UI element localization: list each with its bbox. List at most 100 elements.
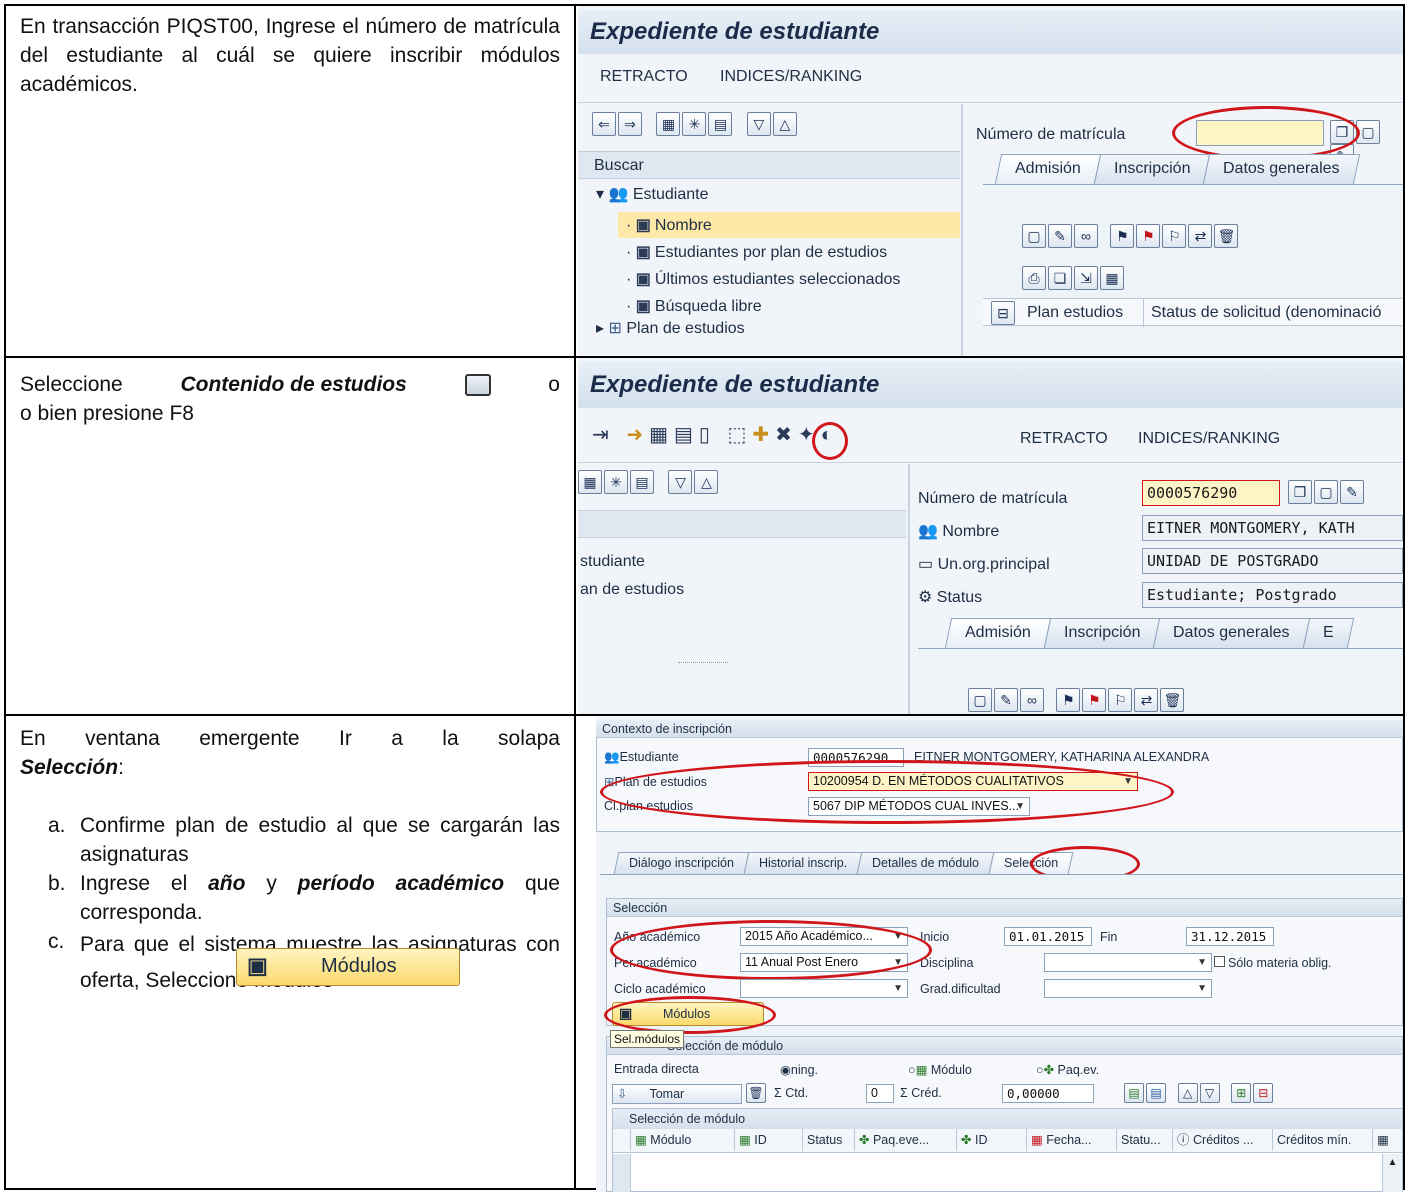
delete-row-icon[interactable]: ⊟ [1253,1083,1274,1103]
radio-paq[interactable]: ○✤ Paq.ev. [1036,1062,1099,1077]
tree-item-estudiante[interactable]: studiante [580,548,684,576]
window-icon[interactable]: ❐ [1288,480,1312,504]
tab-datos-generales[interactable]: Datos generales [1203,154,1361,184]
arrow-icon[interactable]: ➜ [626,424,649,446]
tree-item-nombre[interactable]: · ▣ Nombre [626,212,900,239]
ciclo-select[interactable]: ▼ [740,979,908,998]
layout-icon[interactable]: ▤ [708,112,733,136]
deselect-icon[interactable]: ▤ [1146,1083,1166,1103]
exit-icon[interactable]: ⇥ [592,424,615,446]
collapse-icon[interactable]: △ [772,112,797,136]
fin-field[interactable]: 31.12.2015 [1186,927,1274,946]
col-fecha[interactable]: ▦ Fecha... [1027,1129,1117,1151]
layout-icon[interactable]: ▤ [630,470,654,494]
disciplina-select[interactable]: ▼ [1044,953,1212,972]
grad-select[interactable]: ▼ [1044,979,1212,998]
collapse-arrow-icon[interactable]: ▾ [596,186,604,203]
radio-modulo[interactable]: ○▦ Módulo [908,1062,972,1077]
tree-item-plan[interactable]: · ▣ Estudiantes por plan de estudios [626,239,900,266]
tool-icon[interactable]: ✚ [752,424,775,446]
calculator-icon[interactable]: ▤ [674,424,699,446]
inicio-field[interactable]: 01.01.2015 [1004,927,1092,946]
glasses-icon[interactable]: ∞ [1020,688,1044,712]
calc-icon[interactable]: ▦ [649,424,674,446]
tab-inscripcion[interactable]: Inscripción [1043,618,1161,648]
tree-item-busqueda[interactable]: · ▣ Búsqueda libre [626,293,900,320]
flag-green-icon[interactable]: ⚑ [1110,224,1135,248]
col-statu[interactable]: Statu... [1117,1129,1173,1151]
tab-detalles[interactable]: Detalles de módulo [856,852,995,874]
find-next-icon[interactable]: ✳ [604,470,628,494]
find-icon[interactable]: ▦ [578,470,602,494]
row1-menu-indices[interactable]: INDICES/RANKING [720,68,862,86]
tomar-button[interactable]: ⇩ Tomar [612,1084,742,1104]
row1-tree-plan[interactable]: ▸ ⊞ Plan de estudios [596,318,745,338]
tree-item-plan[interactable]: an de estudios [580,576,684,604]
flag-green-icon[interactable]: ⚑ [1056,688,1081,712]
filter-icon[interactable]: ▽ [1199,1083,1220,1103]
tab-more[interactable]: E [1302,618,1354,648]
copy-icon[interactable]: ❏ [1048,266,1072,290]
glasses-icon[interactable]: ∞ [1074,224,1098,248]
row2-matricula-input[interactable]: 0000576290 [1142,480,1280,506]
radio-ning[interactable]: ◉ning. [780,1062,818,1077]
new-doc-icon[interactable]: ▢ [1314,480,1338,504]
row1-menu-retracto[interactable]: RETRACTO [600,68,688,86]
export-icon[interactable]: ⇲ [1074,266,1098,290]
sort-asc-icon[interactable]: △ [1177,1083,1198,1103]
pencil-icon[interactable]: ✎ [1048,224,1072,248]
solo-checkbox[interactable]: Sólo materia oblig. [1214,956,1332,970]
expand-icon[interactable]: ▽ [746,112,771,136]
tree-item-ultimos[interactable]: · ▣ Últimos estudiantes seleccionados [626,266,900,293]
insert-row-icon[interactable]: ⊞ [1231,1083,1252,1103]
back-icon[interactable]: ⇐ [592,112,616,136]
flag-white-icon[interactable]: ⚐ [1162,224,1187,248]
col-creditos[interactable]: ⓘ Créditos ... [1173,1129,1273,1151]
forward-icon[interactable]: ⇒ [618,112,642,136]
col-status-solicitud[interactable]: Status de solicitud (denominació [1151,304,1381,322]
flag-white-icon[interactable]: ⚐ [1108,688,1133,712]
tab-admision[interactable]: Admisión [944,618,1052,648]
tab-admision[interactable]: Admisión [994,154,1102,184]
grid-icon[interactable]: ▦ [1100,266,1124,290]
col-paq[interactable]: ✤ Paq.eve... [855,1129,957,1151]
print-icon[interactable]: ⎙ [1022,266,1046,290]
tab-dialogo[interactable]: Diálogo inscripción [613,852,750,874]
row1-tree-root[interactable]: ▾ 👥 Estudiante [596,184,708,204]
trash-icon[interactable]: 🗑 [1214,224,1239,248]
row-selector[interactable] [613,1154,631,1192]
col-status[interactable]: Status [803,1129,855,1151]
col-id2[interactable]: ✤ ID [957,1129,1027,1151]
delete-icon[interactable]: 🗑 [746,1083,766,1103]
row2-menu-retracto[interactable]: RETRACTO [1020,430,1108,448]
table-settings-icon[interactable]: ⊟ [991,301,1015,325]
col-modulo[interactable]: ▦ Módulo [631,1129,735,1151]
tab-historial[interactable]: Historial inscrip. [743,852,863,874]
trash-icon[interactable]: 🗑 [1160,688,1185,712]
expand-icon[interactable]: ▽ [668,470,693,494]
tool2-icon[interactable]: ✖ [775,424,798,446]
create-icon[interactable]: ▢ [1022,224,1046,248]
pencil-icon[interactable]: ✎ [994,688,1018,712]
find-next-icon[interactable]: ✳ [682,112,707,136]
edit-icon[interactable]: ✎ [1340,480,1364,504]
collapse-icon[interactable]: △ [694,470,719,494]
doc-icon[interactable]: ▯ [699,424,716,446]
tab-datos-generales[interactable]: Datos generales [1153,618,1311,648]
col-id[interactable]: ▦ ID [735,1129,803,1151]
arrows-icon[interactable]: ⇄ [1134,688,1159,712]
scroll-up-icon[interactable]: ▲ [1382,1154,1402,1192]
row2-menu-indices[interactable]: INDICES/RANKING [1138,430,1280,448]
flag-red-icon[interactable]: ⚑ [1082,688,1107,712]
flag-red-icon[interactable]: ⚑ [1136,224,1161,248]
col-plan-estudios[interactable]: Plan estudios [1027,304,1123,322]
expand-arrow-icon[interactable]: ▸ [596,320,604,337]
tab-inscripcion[interactable]: Inscripción [1093,154,1211,184]
contenido-estudios-button[interactable]: ⬚ [727,424,752,446]
col-creditos-min[interactable]: Créditos mín. [1273,1129,1373,1151]
col-settings[interactable]: ▦ [1373,1129,1403,1151]
create-icon[interactable]: ▢ [968,688,992,712]
find-icon[interactable]: ▦ [656,112,681,136]
arrows-icon[interactable]: ⇄ [1188,224,1213,248]
select-all-icon[interactable]: ▤ [1124,1083,1144,1103]
